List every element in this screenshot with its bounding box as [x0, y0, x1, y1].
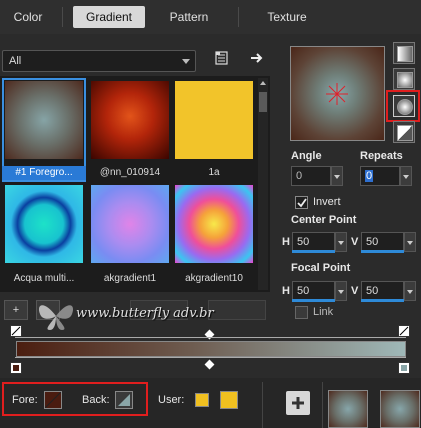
back-swatch[interactable]: [115, 391, 133, 409]
gradient-thumbnail: [175, 81, 253, 159]
gradient-thumbnail: [175, 185, 253, 263]
gradient-thumbnail: [5, 81, 83, 159]
gallery-item[interactable]: Acqua multi...: [2, 182, 86, 286]
user-swatch[interactable]: [220, 391, 238, 409]
angle-spinner[interactable]: [331, 166, 343, 186]
gradient-bar[interactable]: [16, 341, 406, 357]
scroll-thumb[interactable]: [259, 92, 267, 112]
radial-gradient-icon: [397, 99, 413, 115]
center-v-slider[interactable]: [361, 250, 404, 253]
focal-v-spinner[interactable]: [404, 281, 416, 301]
arrow-right-icon[interactable]: [249, 50, 265, 66]
user-label: User:: [158, 394, 185, 406]
linear-style-button[interactable]: [393, 42, 415, 64]
angle-label: Angle: [291, 150, 322, 162]
divider: [262, 382, 263, 428]
recent-swatch[interactable]: [380, 390, 420, 428]
focal-h-label: H: [282, 285, 290, 297]
gallery-item[interactable]: akgradient1: [88, 182, 172, 286]
butterfly-logo-icon: [34, 298, 78, 334]
focal-point-label: Focal Point: [291, 262, 351, 274]
sunburst-gradient-icon: [397, 125, 413, 141]
center-v-label: V: [351, 236, 359, 248]
gallery-scrollbar[interactable]: [258, 78, 268, 290]
category-value: All: [9, 55, 22, 67]
add-gradient-button[interactable]: +: [4, 300, 28, 320]
opacity-track: [15, 337, 406, 338]
repeats-value: 0: [365, 170, 374, 182]
gallery-item-label: 1a: [208, 167, 220, 178]
rectangular-gradient-icon: [397, 72, 413, 88]
color-stop-icon[interactable]: [398, 362, 410, 374]
gradient-thumbnail: [91, 185, 169, 263]
opacity-stop-icon[interactable]: [398, 325, 410, 337]
color-stop-icon[interactable]: [10, 362, 22, 374]
color-track: [15, 357, 406, 358]
gallery-options-icon[interactable]: [214, 50, 230, 66]
angle-input[interactable]: 0: [291, 166, 331, 186]
link-checkbox[interactable]: [295, 306, 308, 319]
center-crosshair-icon[interactable]: [324, 81, 350, 107]
gallery-item[interactable]: 1a: [172, 78, 256, 182]
plus-icon: [292, 397, 304, 409]
color-midpoint-icon[interactable]: [204, 359, 215, 370]
chevron-down-icon: [182, 59, 190, 64]
gallery-item-label: Acqua multi...: [13, 273, 75, 284]
gallery-item-label: akgradient1: [103, 273, 157, 284]
focal-h-spinner[interactable]: [335, 281, 347, 301]
gradient-thumbnail: [5, 185, 83, 263]
gallery-item[interactable]: @nn_010914: [88, 78, 172, 182]
invert-label: Invert: [313, 196, 341, 208]
gradient-preview[interactable]: [290, 46, 385, 141]
focal-v-input[interactable]: 50: [361, 281, 404, 301]
tab-texture[interactable]: Texture: [252, 6, 322, 28]
gallery-item-label: @nn_010914: [99, 167, 161, 178]
center-point-label: Center Point: [291, 214, 357, 226]
linear-gradient-icon: [397, 46, 413, 62]
divider: [322, 382, 323, 428]
fore-swatch[interactable]: [44, 391, 62, 409]
fore-label: Fore:: [12, 394, 38, 406]
gradient-gallery: #1 Foregro... @nn_010914 1a Acqua multi.…: [0, 76, 270, 292]
center-v-input[interactable]: 50: [361, 232, 404, 252]
center-h-input[interactable]: 50: [292, 232, 335, 252]
repeats-spinner[interactable]: [400, 166, 412, 186]
center-h-label: H: [282, 236, 290, 248]
repeats-input[interactable]: 0: [360, 166, 400, 186]
gallery-item-label: akgradient10: [185, 273, 243, 284]
invert-checkbox[interactable]: [295, 196, 308, 209]
tab-bar: Color Gradient Pattern Texture: [0, 0, 421, 34]
focal-h-input[interactable]: 50: [292, 281, 335, 301]
focal-h-slider[interactable]: [292, 299, 335, 302]
focal-v-label: V: [351, 285, 359, 297]
repeats-label: Repeats: [360, 150, 403, 162]
tab-color[interactable]: Color: [2, 6, 54, 28]
sunburst-style-button[interactable]: [393, 121, 415, 143]
category-select[interactable]: All: [2, 50, 196, 72]
focal-v-slider[interactable]: [361, 299, 404, 302]
back-label: Back:: [82, 394, 110, 406]
gallery-item-label: #1 Foregro...: [2, 166, 86, 180]
tab-separator: [238, 7, 239, 27]
gradient-thumbnail: [91, 81, 169, 159]
user-swatch[interactable]: [195, 393, 209, 407]
tab-pattern[interactable]: Pattern: [156, 6, 222, 28]
center-h-slider[interactable]: [292, 250, 335, 253]
gallery-item[interactable]: #1 Foregro...: [2, 78, 86, 182]
link-label: Link: [313, 306, 334, 318]
watermark-text: www.butterfly adv.br: [76, 306, 214, 321]
opacity-stop-icon[interactable]: [10, 325, 22, 337]
rectangular-style-button[interactable]: [393, 68, 415, 90]
recent-swatch[interactable]: [328, 390, 368, 428]
tab-gradient[interactable]: Gradient: [73, 6, 145, 28]
tab-separator: [62, 7, 63, 27]
radial-style-button[interactable]: [393, 95, 415, 117]
scroll-up-icon[interactable]: [258, 78, 268, 88]
add-swatch-button[interactable]: [286, 391, 310, 415]
gallery-item[interactable]: akgradient10: [172, 182, 256, 286]
center-h-spinner[interactable]: [335, 232, 347, 252]
center-v-spinner[interactable]: [404, 232, 416, 252]
